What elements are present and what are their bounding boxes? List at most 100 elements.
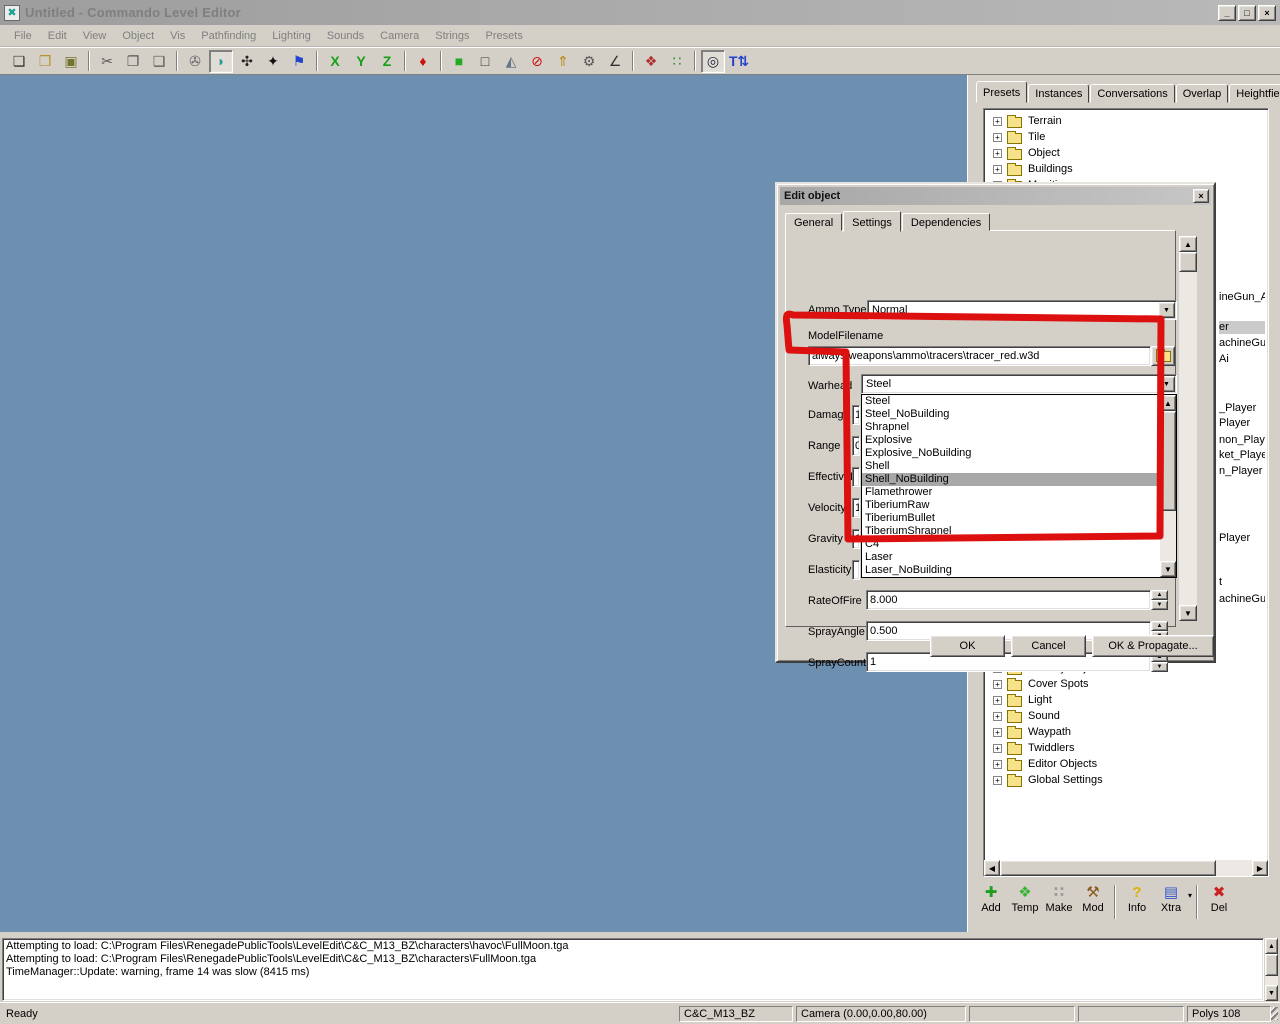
dialog-title-bar[interactable]: Edit object [780,187,1211,205]
tree-item-fragment[interactable]: non_Playe [1219,434,1265,447]
solid-cube-button[interactable]: ■ [447,50,471,73]
tab-heightfield[interactable]: Heightfield [1229,84,1280,103]
dropdown-option-tiberiumshrapnel[interactable]: TiberiumShrapnel [862,525,1160,538]
spin-up-icon[interactable]: ▲ [1151,621,1168,631]
cancel-button[interactable]: Cancel [1011,635,1086,657]
axis-z-button[interactable]: Z [375,50,399,73]
dialog-close-button[interactable]: × [1193,189,1209,203]
render-teapot-button[interactable]: ◗ [209,50,233,73]
scroll-up-icon[interactable]: ▲ [1160,395,1176,411]
cut-button[interactable]: ✂ [95,50,119,73]
spin-down-icon[interactable]: ▼ [1151,600,1168,610]
menu-lighting[interactable]: Lighting [264,27,319,45]
rateoffire-input[interactable]: 8.000 [866,590,1151,610]
dropdown-option-explosive-nobuilding[interactable]: Explosive_NoBuilding [862,447,1160,460]
dialog-scrollbar[interactable]: ▲ ▼ [1179,236,1197,621]
tree-item-fragment[interactable]: Player [1219,417,1265,430]
tree-item-fragment[interactable]: Player [1219,532,1265,545]
menu-view[interactable]: View [75,27,115,45]
tab-instances[interactable]: Instances [1028,84,1089,103]
tree-item-waypath[interactable]: +Waypath [984,724,1268,740]
tree-item-fragment[interactable]: ineGun_A [1219,291,1265,304]
wireframe-cube-button[interactable]: □ [473,50,497,73]
tree-item-global-settings[interactable]: +Global Settings [984,772,1268,788]
expand-icon[interactable]: + [993,760,1002,769]
menu-file[interactable]: File [6,27,40,45]
dropdown-scrollbar[interactable]: ▲ ▼ [1160,395,1176,577]
scroll-thumb[interactable] [1265,954,1278,976]
dropdown-option-steel[interactable]: Steel [862,395,1160,408]
browse-button[interactable] [1151,346,1175,366]
mod-button[interactable]: ⚒Mod [1076,883,1110,914]
tree-item-editor-objects[interactable]: +Editor Objects [984,756,1268,772]
angle-tool-button[interactable]: ∠ [603,50,627,73]
colored-dots-button[interactable]: ∷ [665,50,689,73]
tree-item-terrain[interactable]: +Terrain [984,113,1268,129]
scroll-up-icon[interactable]: ▲ [1179,236,1197,252]
dropdown-option-flamethrower[interactable]: Flamethrower [862,486,1160,499]
scroll-thumb[interactable] [1000,860,1216,876]
expand-icon[interactable]: + [993,133,1002,142]
vehicle-tool-button[interactable]: ⚙ [577,50,601,73]
ok-button[interactable]: OK [930,635,1005,657]
raise-terrain-button[interactable]: ⇑ [551,50,575,73]
elasticity-input[interactable] [852,560,860,580]
tree-item-fragment[interactable]: er [1219,321,1265,334]
rateoffire-spinner[interactable]: ▲▼ [1151,590,1168,610]
tree-item-twiddlers[interactable]: +Twiddlers [984,740,1268,756]
plumb-bob-button[interactable]: ♦ [411,50,435,73]
visibility-eye-button[interactable]: ◎ [701,50,725,73]
close-button[interactable]: × [1258,5,1276,21]
ammo-type-combobox[interactable]: Normal ▼ [867,300,1177,320]
dropdown-option-explosive[interactable]: Explosive [862,434,1160,447]
spin-up-icon[interactable]: ▲ [1151,590,1168,600]
terrain-flag-button[interactable]: ⚑ [287,50,311,73]
menu-edit[interactable]: Edit [40,27,75,45]
dropdown-option-laser[interactable]: Laser [862,551,1160,564]
log-scrollbar[interactable]: ▲ ▼ [1265,938,1278,1001]
open-file-button[interactable]: ❒ [33,50,57,73]
new-file-button[interactable]: ❏ [7,50,31,73]
copy-button[interactable]: ❐ [121,50,145,73]
chevron-down-icon[interactable]: ▼ [1158,302,1175,318]
menu-presets[interactable]: Presets [478,27,531,45]
maximize-button[interactable]: □ [1238,5,1256,21]
ok-propagate-button[interactable]: OK & Propagate... [1092,635,1214,657]
axis-gizmo-button[interactable]: ✣ [235,50,259,73]
expand-icon[interactable]: + [993,696,1002,705]
gravity-input[interactable]: 0. [852,529,860,549]
dropdown-option-shell[interactable]: Shell [862,460,1160,473]
camera-dolly-button[interactable]: ✇ [183,50,207,73]
menu-vis[interactable]: Vis [162,27,193,45]
dialog-tab-dependencies[interactable]: Dependencies [902,213,990,231]
dropdown-option-steel-nobuilding[interactable]: Steel_NoBuilding [862,408,1160,421]
effectiver-input[interactable] [852,467,860,487]
tree-item-sound[interactable]: +Sound [984,708,1268,724]
minimize-button[interactable]: _ [1218,5,1236,21]
dropdown-option-laser-nobuilding[interactable]: Laser_NoBuilding [862,564,1160,577]
xtra-button[interactable]: ▤Xtra [1154,883,1188,914]
tab-overlap[interactable]: Overlap [1176,84,1229,103]
tree-item-fragment[interactable]: n_Player [1219,465,1265,478]
tree-item-light[interactable]: +Light [984,692,1268,708]
tree-item-fragment[interactable]: Ai [1219,353,1265,366]
menu-sounds[interactable]: Sounds [319,27,372,45]
resize-grip[interactable] [1271,1007,1278,1020]
expand-icon[interactable]: + [993,712,1002,721]
tree-item-fragment[interactable]: t [1219,576,1265,589]
tree-item-fragment[interactable]: achineGun [1219,337,1265,350]
chevron-down-icon[interactable]: ▾ [1188,891,1192,900]
walk-character-button[interactable]: ✦ [261,50,285,73]
dropdown-option-shell-nobuilding[interactable]: Shell_NoBuilding [862,473,1160,486]
model-filename-input[interactable]: always\weapons\ammo\tracers\tracer_red.w… [808,346,1151,366]
axis-x-button[interactable]: X [323,50,347,73]
scroll-right-icon[interactable]: ▶ [1252,860,1268,876]
range-input[interactable]: 0 [852,436,860,456]
dropdown-option-shrapnel[interactable]: Shrapnel [862,421,1160,434]
tab-presets[interactable]: Presets [976,81,1027,103]
menu-strings[interactable]: Strings [427,27,477,45]
menu-camera[interactable]: Camera [372,27,427,45]
dialog-tab-settings[interactable]: Settings [843,211,901,232]
expand-icon[interactable]: + [993,744,1002,753]
damage-input[interactable]: 1 [852,405,860,425]
